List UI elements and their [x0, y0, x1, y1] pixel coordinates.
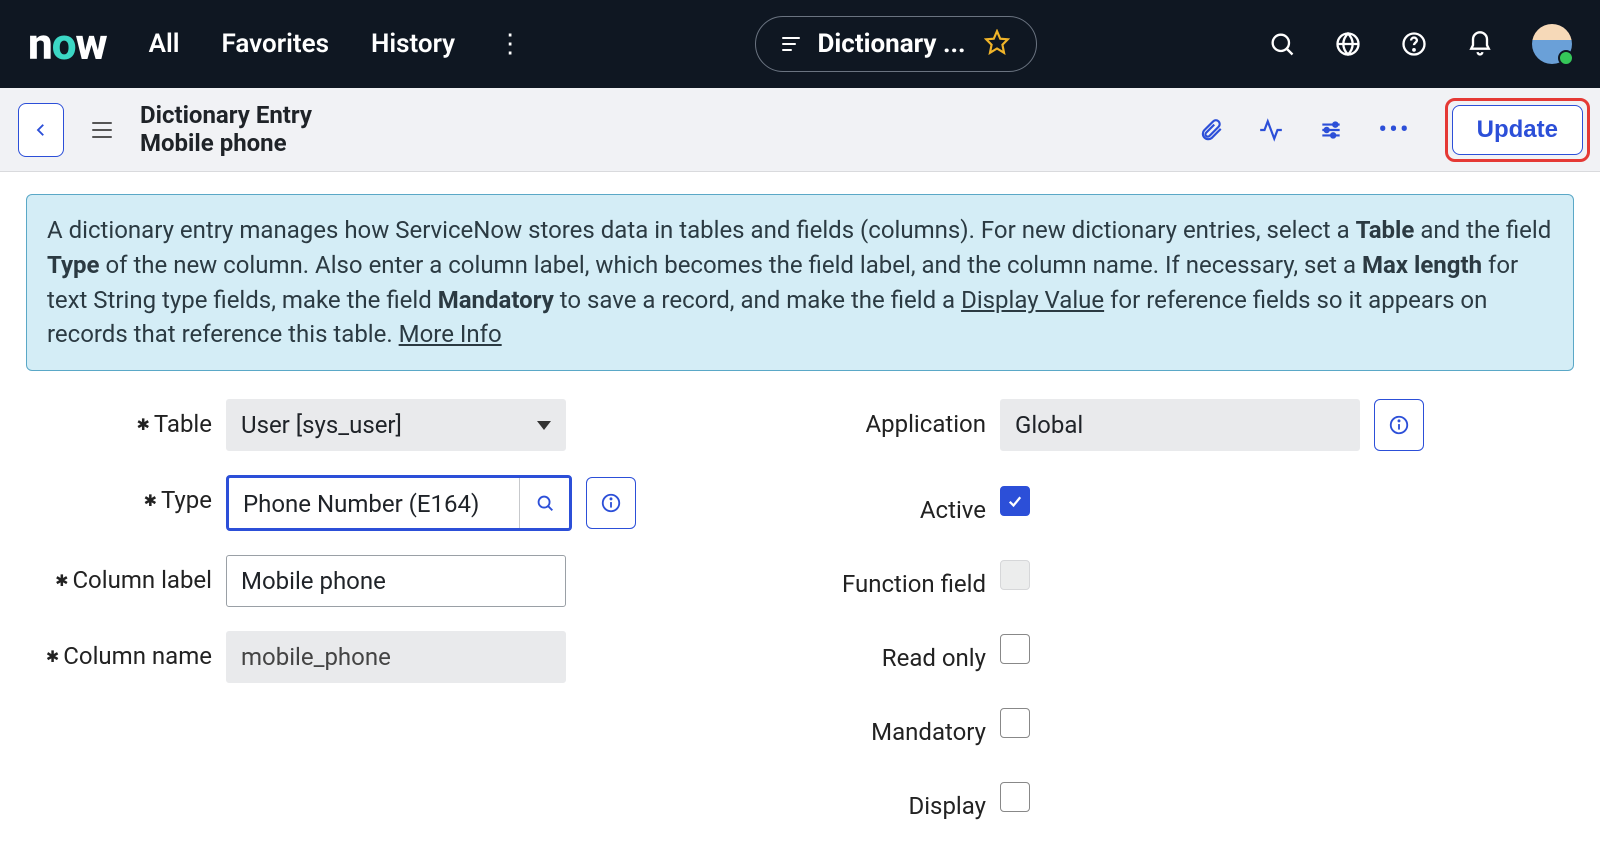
settings-icon[interactable]	[1318, 117, 1344, 143]
nav-link-favorites[interactable]: Favorites	[222, 29, 329, 59]
field-mandatory: Mandatory	[800, 707, 1574, 747]
field-application: Application Global	[800, 399, 1574, 451]
form-left-column: Table User [sys_user] Type Phone Number …	[26, 399, 800, 855]
application-info-button[interactable]	[1374, 399, 1424, 451]
label-column-name: Column name	[26, 631, 226, 671]
attachment-icon[interactable]	[1198, 117, 1224, 143]
field-column-name: Column name mobile_phone	[26, 631, 800, 683]
field-column-label: Column label Mobile phone	[26, 555, 800, 607]
globe-icon[interactable]	[1334, 30, 1362, 58]
page-title: Dictionary Entry	[140, 102, 312, 130]
banner-bold: Table	[1356, 216, 1415, 244]
nav-link-history[interactable]: History	[371, 29, 455, 59]
column-name-input[interactable]: mobile_phone	[226, 631, 566, 683]
sub-header: Dictionary Entry Mobile phone ••• Update	[0, 88, 1600, 172]
field-table: Table User [sys_user]	[26, 399, 800, 451]
activity-icon[interactable]	[1258, 117, 1284, 143]
star-icon[interactable]	[984, 29, 1010, 59]
banner-text: and the field	[1414, 216, 1551, 244]
type-lookup-button[interactable]	[519, 478, 569, 528]
chevron-down-icon	[537, 421, 551, 430]
page-subtitle: Mobile phone	[140, 130, 312, 158]
more-info-link[interactable]: More Info	[399, 320, 502, 348]
nav-utility-icons	[1268, 24, 1572, 64]
mandatory-checkbox[interactable]	[1000, 708, 1030, 738]
breadcrumb-title: Dictionary ...	[818, 29, 966, 59]
search-icon[interactable]	[1268, 30, 1296, 58]
content-area: A dictionary entry manages how ServiceNo…	[0, 172, 1600, 855]
list-icon	[782, 37, 800, 51]
form-right-column: Application Global Active	[800, 399, 1574, 855]
update-button-highlight: Update	[1445, 98, 1590, 162]
banner-text: of the new column. Also enter a column l…	[100, 251, 1362, 279]
info-banner: A dictionary entry manages how ServiceNo…	[26, 194, 1574, 371]
column-name-value: mobile_phone	[241, 643, 391, 671]
type-reference-wrap: Phone Number (E164)	[226, 475, 572, 531]
function-field-checkbox	[1000, 560, 1030, 590]
avatar[interactable]	[1532, 24, 1572, 64]
label-type: Type	[26, 475, 226, 515]
help-icon[interactable]	[1400, 30, 1428, 58]
banner-text: to save a record, and make the field a	[554, 286, 961, 314]
bell-icon[interactable]	[1466, 30, 1494, 58]
form-menu-icon[interactable]	[84, 114, 120, 146]
display-checkbox[interactable]	[1000, 782, 1030, 812]
nav-more-icon[interactable]: ⋮	[497, 29, 523, 59]
banner-bold: Mandatory	[438, 286, 554, 314]
page-titles: Dictionary Entry Mobile phone	[140, 102, 312, 157]
top-nav: now All Favorites History ⋮ Dictionary .…	[0, 0, 1600, 88]
label-application: Application	[800, 399, 1000, 439]
read-only-checkbox[interactable]	[1000, 634, 1030, 664]
logo[interactable]: now	[28, 18, 107, 70]
banner-text: A dictionary entry manages how ServiceNo…	[47, 216, 1356, 244]
banner-bold: Type	[47, 251, 100, 279]
column-label-input[interactable]: Mobile phone	[226, 555, 566, 607]
column-label-value: Mobile phone	[241, 567, 386, 595]
table-select[interactable]: User [sys_user]	[226, 399, 566, 451]
label-active: Active	[800, 485, 1000, 525]
label-function-field: Function field	[800, 559, 1000, 599]
type-input-value: Phone Number (E164)	[243, 490, 479, 518]
nav-links: All Favorites History	[149, 29, 455, 59]
label-column-label: Column label	[26, 555, 226, 595]
field-display: Display	[800, 781, 1574, 821]
table-select-value: User [sys_user]	[241, 411, 402, 439]
field-type: Type Phone Number (E164)	[26, 475, 800, 531]
type-input[interactable]: Phone Number (E164)	[229, 478, 519, 530]
update-button[interactable]: Update	[1452, 105, 1583, 155]
field-function-field: Function field	[800, 559, 1574, 599]
type-info-button[interactable]	[586, 477, 636, 529]
field-read-only: Read only	[800, 633, 1574, 673]
label-read-only: Read only	[800, 633, 1000, 673]
label-mandatory: Mandatory	[800, 707, 1000, 747]
active-checkbox[interactable]	[1000, 486, 1030, 516]
application-text: Global	[1015, 411, 1083, 439]
banner-bold: Max length	[1362, 251, 1482, 279]
label-display: Display	[800, 781, 1000, 821]
form: Table User [sys_user] Type Phone Number …	[26, 399, 1574, 855]
label-table: Table	[26, 399, 226, 439]
nav-link-all[interactable]: All	[149, 29, 180, 59]
application-value: Global	[1000, 399, 1360, 451]
breadcrumb-pill[interactable]: Dictionary ...	[755, 16, 1037, 72]
more-actions-icon[interactable]: •••	[1378, 115, 1410, 145]
display-value-link[interactable]: Display Value	[961, 286, 1104, 314]
field-active: Active	[800, 485, 1574, 525]
back-button[interactable]	[18, 103, 64, 157]
